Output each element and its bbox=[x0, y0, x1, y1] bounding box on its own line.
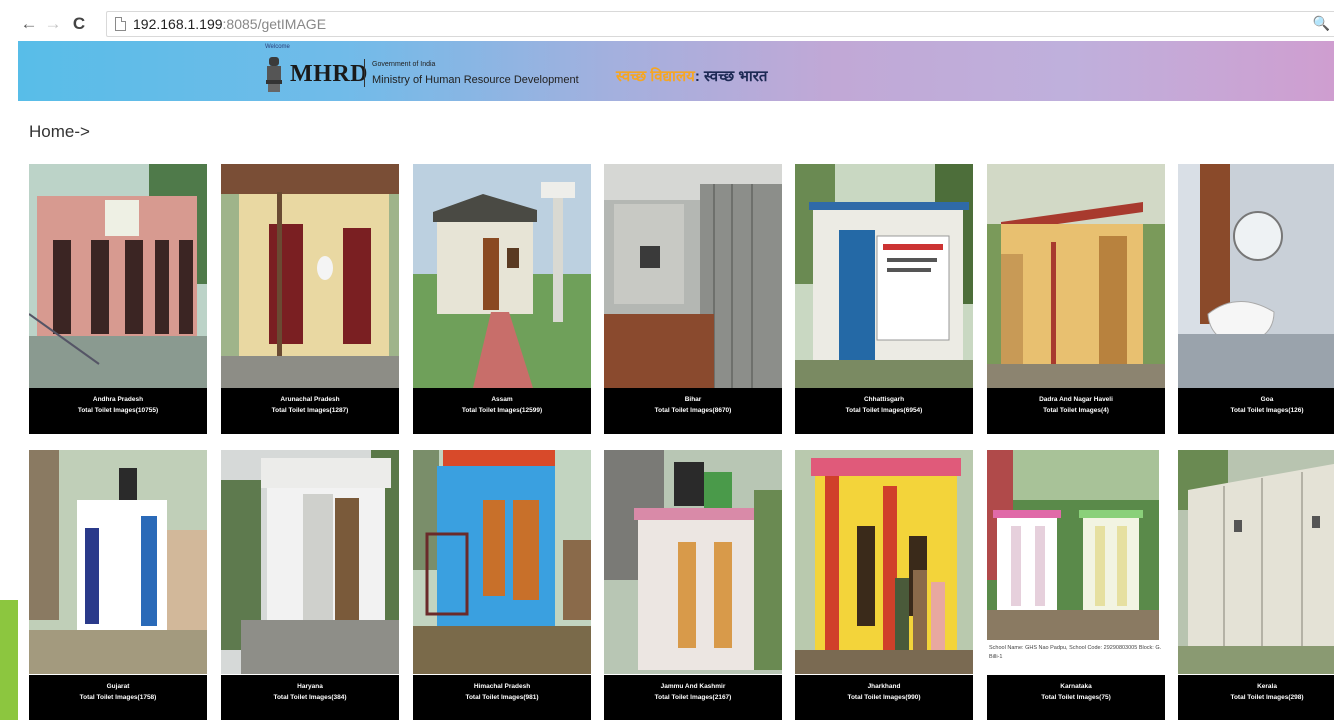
image-count: Total Toilet Images(10755) bbox=[77, 407, 159, 414]
state-photo[interactable] bbox=[413, 450, 591, 674]
state-card[interactable]: School Name: GHS Nao Padpu, School Code:… bbox=[987, 450, 1165, 720]
state-name: Goa bbox=[1260, 396, 1274, 403]
state-label[interactable]: Himachal Pradesh Total Toilet Images(981… bbox=[413, 675, 591, 720]
state-name: Himachal Pradesh bbox=[473, 683, 531, 690]
image-count: Total Toilet Images(2167) bbox=[654, 694, 732, 701]
slogan-part-2: : स्वच्छ भारत bbox=[694, 68, 768, 85]
state-label[interactable]: Arunachal Pradesh Total Toilet Images(12… bbox=[221, 388, 399, 434]
state-photo[interactable] bbox=[987, 164, 1165, 388]
image-count: Total Toilet Images(6954) bbox=[845, 407, 923, 414]
state-card[interactable]: Chhattisgarh Total Toilet Images(6954) bbox=[795, 164, 973, 434]
logo-divider bbox=[364, 59, 365, 87]
browser-toolbar: ← → C 192.168.1.199:8085/getIMAGE 🔍 bbox=[18, 7, 1334, 41]
state-label[interactable]: Goa Total Toilet Images(126) bbox=[1178, 388, 1334, 434]
state-card[interactable]: Jammu And Kashmir Total Toilet Images(21… bbox=[604, 450, 782, 720]
mhrd-banner: Welcome MHRD Government of India Ministr… bbox=[18, 41, 1334, 101]
state-card[interactable]: Haryana Total Toilet Images(384) bbox=[221, 450, 399, 720]
state-photo[interactable] bbox=[795, 450, 973, 674]
state-name: Jammu And Kashmir bbox=[660, 683, 726, 690]
image-count: Total Toilet Images(12599) bbox=[461, 407, 543, 414]
state-label[interactable]: Jharkhand Total Toilet Images(990) bbox=[795, 675, 973, 720]
state-card[interactable]: Goa Total Toilet Images(126) bbox=[1178, 164, 1334, 434]
state-label[interactable]: Gujarat Total Toilet Images(1758) bbox=[29, 675, 207, 720]
state-label[interactable]: Chhattisgarh Total Toilet Images(6954) bbox=[795, 388, 973, 434]
state-card[interactable]: Arunachal Pradesh Total Toilet Images(12… bbox=[221, 164, 399, 434]
state-label[interactable]: Haryana Total Toilet Images(384) bbox=[221, 675, 399, 720]
state-label[interactable]: Dadra And Nagar Haveli Total Toilet Imag… bbox=[987, 388, 1165, 434]
reload-icon[interactable]: C bbox=[68, 13, 90, 35]
image-count: Total Toilet Images(1758) bbox=[79, 694, 157, 701]
zoom-icon[interactable]: 🔍 bbox=[1313, 15, 1330, 32]
state-photo[interactable] bbox=[795, 164, 973, 388]
address-bar[interactable]: 192.168.1.199:8085/getIMAGE 🔍 bbox=[106, 11, 1334, 37]
state-label[interactable]: Kerala Total Toilet Images(298) bbox=[1178, 675, 1334, 720]
state-name: Kerala bbox=[1257, 683, 1277, 690]
page-icon bbox=[115, 17, 126, 31]
state-photo[interactable] bbox=[604, 450, 782, 674]
state-photo[interactable] bbox=[221, 450, 399, 674]
state-name: Haryana bbox=[297, 683, 323, 690]
state-card[interactable]: Andhra Pradesh Total Toilet Images(10755… bbox=[29, 164, 207, 434]
state-photo[interactable] bbox=[29, 450, 207, 674]
slogan-part-1: स्वच्छ विद्यालय bbox=[616, 68, 695, 85]
image-count: Total Toilet Images(4) bbox=[1043, 407, 1109, 414]
state-card[interactable]: Gujarat Total Toilet Images(1758) bbox=[29, 450, 207, 720]
swachh-vidyalaya-slogan: स्वच्छ विद्यालय: स्वच्छ भारत bbox=[616, 66, 767, 86]
state-card[interactable]: Bihar Total Toilet Images(8670) bbox=[604, 164, 782, 434]
image-count: Total Toilet Images(126) bbox=[1230, 407, 1304, 414]
state-label[interactable]: Karnataka Total Toilet Images(75) bbox=[987, 675, 1165, 720]
state-label[interactable]: Andhra Pradesh Total Toilet Images(10755… bbox=[29, 388, 207, 434]
mhrd-logo-text: MHRD bbox=[290, 61, 368, 87]
ministry-text: Ministry of Human Resource Development bbox=[372, 74, 579, 86]
welcome-text: Welcome bbox=[265, 44, 290, 50]
state-photo[interactable] bbox=[1178, 164, 1334, 388]
national-emblem-icon bbox=[266, 57, 282, 92]
state-photo[interactable] bbox=[29, 164, 207, 388]
image-count: Total Toilet Images(981) bbox=[465, 694, 539, 701]
image-count: Total Toilet Images(75) bbox=[1041, 694, 1111, 701]
state-photo[interactable] bbox=[413, 164, 591, 388]
image-count: Total Toilet Images(990) bbox=[847, 694, 921, 701]
school-info-caption: School Name: GHS Nao Padpu, School Code:… bbox=[987, 642, 1165, 674]
state-label[interactable]: Jammu And Kashmir Total Toilet Images(21… bbox=[604, 675, 782, 720]
state-photo[interactable] bbox=[221, 164, 399, 388]
state-name: Dadra And Nagar Haveli bbox=[1039, 396, 1113, 403]
state-card[interactable]: Dadra And Nagar Haveli Total Toilet Imag… bbox=[987, 164, 1165, 434]
state-photo[interactable] bbox=[987, 450, 1165, 640]
image-count: Total Toilet Images(298) bbox=[1230, 694, 1304, 701]
url-host: 192.168.1.199 bbox=[133, 16, 223, 32]
back-arrow-icon[interactable]: ← bbox=[18, 13, 40, 35]
government-of-india-text: Government of India bbox=[372, 61, 436, 68]
state-photo[interactable] bbox=[604, 164, 782, 388]
image-count: Total Toilet Images(8670) bbox=[654, 407, 732, 414]
breadcrumb[interactable]: Home-> bbox=[29, 122, 90, 142]
state-card[interactable]: Himachal Pradesh Total Toilet Images(981… bbox=[413, 450, 591, 720]
forward-arrow-icon[interactable]: → bbox=[42, 13, 64, 35]
state-name: Chhattisgarh bbox=[863, 396, 905, 403]
state-label[interactable]: Bihar Total Toilet Images(8670) bbox=[604, 388, 782, 434]
state-name: Gujarat bbox=[106, 683, 130, 690]
state-photo[interactable] bbox=[1178, 450, 1334, 674]
state-name: Andhra Pradesh bbox=[92, 396, 144, 403]
state-name: Bihar bbox=[684, 396, 702, 403]
state-card[interactable]: Assam Total Toilet Images(12599) bbox=[413, 164, 591, 434]
state-name: Jharkhand bbox=[867, 683, 901, 690]
url-path: :8085/getIMAGE bbox=[222, 16, 327, 32]
state-name: Arunachal Pradesh bbox=[280, 396, 340, 403]
image-count: Total Toilet Images(1287) bbox=[271, 407, 349, 414]
state-card[interactable]: Kerala Total Toilet Images(298) bbox=[1178, 450, 1334, 720]
state-card[interactable]: Jharkhand Total Toilet Images(990) bbox=[795, 450, 973, 720]
state-label[interactable]: Assam Total Toilet Images(12599) bbox=[413, 388, 591, 434]
state-name: Assam bbox=[491, 396, 513, 403]
state-name: Karnataka bbox=[1060, 683, 1092, 690]
side-accent-tab bbox=[0, 600, 18, 720]
image-count: Total Toilet Images(384) bbox=[273, 694, 347, 701]
